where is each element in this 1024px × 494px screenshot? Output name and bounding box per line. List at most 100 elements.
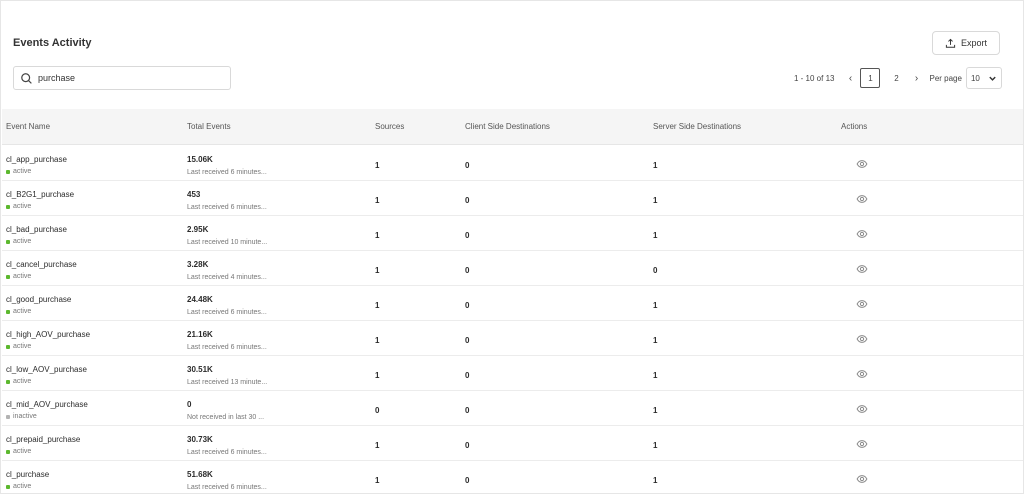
view-eye-icon[interactable]	[856, 263, 868, 275]
status-label: active	[13, 483, 32, 490]
table-row[interactable]: cl_good_purchase active 24.48K Last receive…	[2, 286, 1023, 321]
status-badge: active	[6, 448, 31, 455]
total-events: 21.16K	[187, 330, 213, 339]
server-destinations-count: 1	[653, 476, 658, 485]
client-destinations-count: 0	[465, 441, 470, 450]
page-1-button[interactable]: 1	[860, 68, 881, 88]
status-label: active	[13, 343, 32, 350]
sources-count: 1	[375, 301, 380, 310]
view-eye-icon[interactable]	[856, 228, 868, 240]
status-dot-icon	[6, 274, 10, 279]
pagination: 1 - 10 of 13 ‹ 1 2 › Per page 10	[794, 67, 1002, 89]
view-eye-icon[interactable]	[856, 333, 868, 345]
last-received: Last received 6 minutes...	[187, 309, 267, 316]
table-row[interactable]: cl_cancel_purchase active 3.28K Last receiv…	[2, 251, 1023, 286]
last-received: Last received 6 minutes...	[187, 204, 267, 211]
per-page-value: 10	[970, 73, 980, 83]
status-dot-icon	[6, 309, 10, 314]
server-destinations-count: 1	[653, 371, 658, 380]
sources-count: 1	[375, 441, 380, 450]
next-page-button[interactable]: ›	[909, 73, 923, 84]
last-received: Last received 13 minute...	[187, 379, 268, 386]
search-input[interactable]	[38, 73, 218, 83]
status-label: active	[13, 238, 32, 245]
sources-count: 1	[375, 231, 380, 240]
event-name[interactable]: cl_bad_purchase	[6, 225, 67, 234]
status-dot-icon	[6, 449, 10, 454]
status-badge: active	[6, 378, 31, 385]
table-row[interactable]: cl_mid_AOV_purchase inactive 0 Not received…	[2, 391, 1023, 426]
last-received: Last received 6 minutes...	[187, 344, 267, 351]
status-dot-icon	[6, 344, 10, 349]
per-page-select[interactable]: 10	[965, 67, 1002, 89]
table-row[interactable]: cl_bad_purchase active 2.95K Last received …	[2, 216, 1023, 251]
client-destinations-count: 0	[465, 476, 470, 485]
view-eye-icon[interactable]	[856, 158, 868, 170]
status-badge: active	[6, 203, 31, 210]
col-client-side-destinations: Client Side Destinations	[465, 122, 550, 131]
table-row[interactable]: cl_prepaid_purchase active 30.73K Last rece…	[2, 426, 1023, 461]
server-destinations-count: 1	[653, 196, 658, 205]
export-button[interactable]: Export	[932, 31, 1000, 55]
chevron-down-icon	[989, 76, 996, 81]
page-2-button[interactable]: 2	[886, 68, 906, 88]
total-events: 51.68K	[187, 470, 213, 479]
search-box[interactable]	[13, 66, 231, 90]
server-destinations-count: 0	[653, 266, 658, 275]
search-icon	[21, 72, 32, 84]
table-row[interactable]: cl_B2G1_purchaseactive 453 Last received 6…	[2, 181, 1023, 216]
table-row[interactable]: cl_purchaseactive 51.68K Last received 6 m…	[2, 461, 1023, 494]
event-name[interactable]: cl_B2G1_purchase	[6, 190, 74, 199]
view-eye-icon[interactable]	[856, 298, 868, 310]
event-name[interactable]: cl_mid_AOV_purchase	[6, 400, 88, 409]
table-row[interactable]: cl_low_AOV_purchase active 30.51K Last rece…	[2, 356, 1023, 391]
client-destinations-count: 0	[465, 336, 470, 345]
col-server-side-destinations: Server Side Destinations	[653, 122, 742, 131]
table-row[interactable]: cl_app_purchase active 15.06K Last received…	[2, 146, 1023, 181]
event-name[interactable]: cl_purchase	[6, 470, 49, 479]
event-name[interactable]: cl_prepaid_purchase	[6, 435, 80, 444]
status-badge: active	[6, 343, 31, 350]
export-label: Export	[960, 38, 987, 48]
table-row[interactable]: cl_high_AOV_purchaseactive 21.16K Last rec…	[2, 321, 1023, 356]
server-destinations-count: 1	[653, 336, 658, 345]
event-name[interactable]: cl_high_AOV_purchase	[6, 330, 90, 339]
total-events: 453	[187, 190, 201, 199]
sources-count: 1	[375, 476, 380, 485]
sources-count: 1	[375, 196, 380, 205]
client-destinations-count: 0	[465, 266, 470, 275]
prev-page-button[interactable]: ‹	[843, 73, 857, 84]
last-received: Last received 4 minutes...	[187, 274, 267, 281]
view-eye-icon[interactable]	[856, 368, 868, 380]
view-eye-icon[interactable]	[856, 438, 868, 450]
view-eye-icon[interactable]	[856, 403, 868, 415]
event-name[interactable]: cl_good_purchase	[6, 295, 71, 304]
per-page-label: Per page	[929, 73, 962, 83]
client-destinations-count: 0	[465, 196, 470, 205]
events-activity-panel: Events Activity Export 1 - 10 of 13 ‹ 1 …	[0, 0, 1024, 494]
page-title: Events Activity	[13, 37, 92, 49]
event-name[interactable]: cl_app_purchase	[6, 155, 67, 164]
total-events: 15.06K	[187, 155, 213, 164]
status-dot-icon	[6, 414, 10, 419]
status-badge: active	[6, 273, 31, 280]
client-destinations-count: 0	[465, 161, 470, 170]
status-dot-icon	[6, 379, 10, 384]
status-label: active	[13, 448, 32, 455]
last-received: Last received 6 minutes...	[187, 484, 267, 491]
client-destinations-count: 0	[465, 371, 470, 380]
total-events: 2.95K	[187, 225, 209, 234]
event-name[interactable]: cl_cancel_purchase	[6, 260, 77, 269]
event-name[interactable]: cl_low_AOV_purchase	[6, 365, 87, 374]
col-sources: Sources	[375, 122, 405, 131]
table-header: Event Name Total Events Sources Client S…	[2, 109, 1023, 145]
status-badge: active	[6, 238, 31, 245]
view-eye-icon[interactable]	[856, 473, 868, 485]
server-destinations-count: 1	[653, 231, 658, 240]
status-label: active	[13, 168, 32, 175]
sources-count: 1	[375, 336, 380, 345]
client-destinations-count: 0	[465, 231, 470, 240]
status-badge: active	[6, 483, 31, 490]
view-eye-icon[interactable]	[856, 193, 868, 205]
status-label: active	[13, 308, 32, 315]
